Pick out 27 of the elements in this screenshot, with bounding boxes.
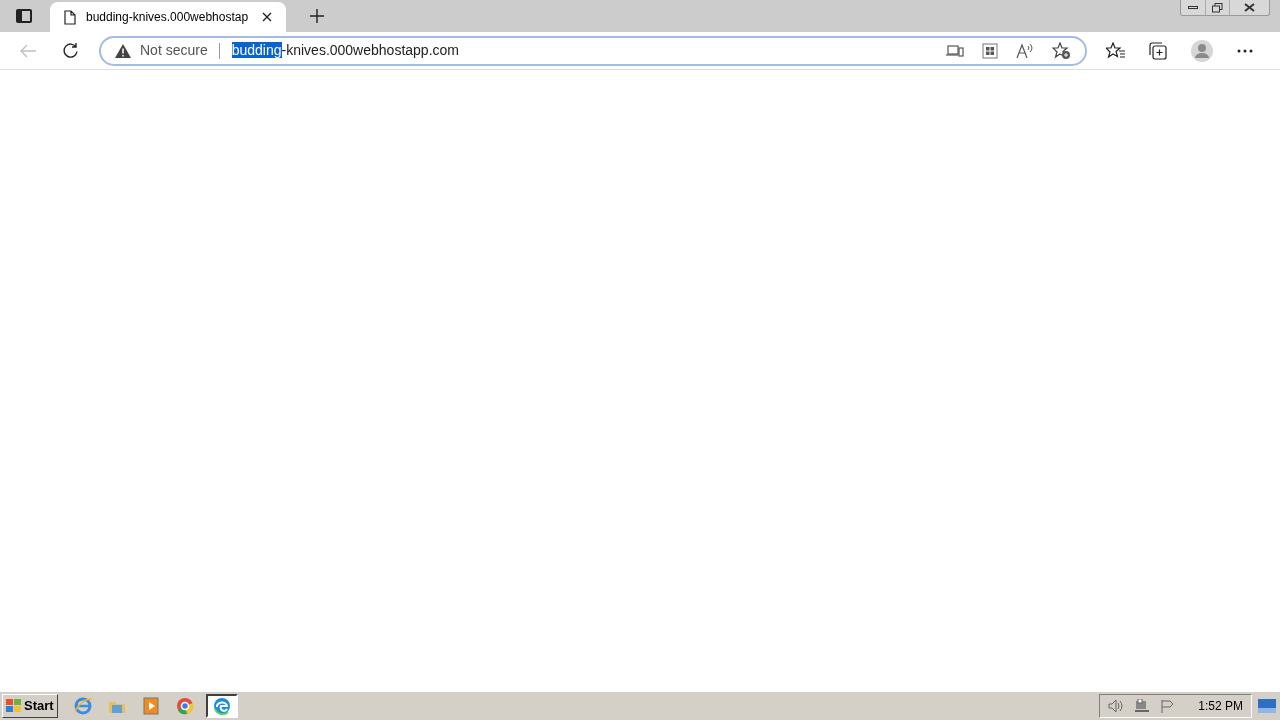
browser-tab[interactable]: budding-knives.000webhostap	[50, 2, 286, 32]
minimize-icon	[1188, 6, 1198, 9]
windows-logo-icon	[6, 699, 22, 713]
refresh-icon[interactable]	[62, 42, 79, 59]
url-text[interactable]: budding-knives.000webhostapp.com	[231, 40, 946, 61]
address-bar[interactable]: Not secure budding-knives.000webhostapp.com	[99, 35, 1087, 66]
security-label[interactable]: Not secure	[140, 40, 208, 61]
close-tab-icon[interactable]	[262, 12, 272, 22]
speaker-icon[interactable]	[1108, 699, 1125, 713]
profile-avatar-icon[interactable]	[1191, 39, 1213, 62]
add-favorite-icon[interactable]	[1052, 41, 1071, 60]
tab-title: budding-knives.000webhostap	[86, 9, 250, 26]
collections-icon[interactable]	[1149, 41, 1167, 60]
apps-grid-icon[interactable]	[982, 42, 998, 59]
tab-actions-icon[interactable]	[16, 9, 32, 23]
network-icon[interactable]	[1134, 699, 1151, 713]
more-icon[interactable]	[1237, 48, 1253, 53]
read-aloud-icon[interactable]	[1016, 42, 1034, 59]
edge-icon[interactable]	[205, 694, 238, 718]
page-icon	[64, 9, 76, 25]
warning-icon	[115, 43, 131, 58]
clock-text: 1:52 PM	[1198, 698, 1243, 715]
close-icon	[1244, 3, 1255, 12]
favorites-icon[interactable]	[1106, 42, 1125, 59]
new-tab-icon[interactable]	[310, 9, 324, 23]
devices-icon[interactable]	[946, 43, 964, 58]
start-button[interactable]: Start	[2, 694, 58, 718]
